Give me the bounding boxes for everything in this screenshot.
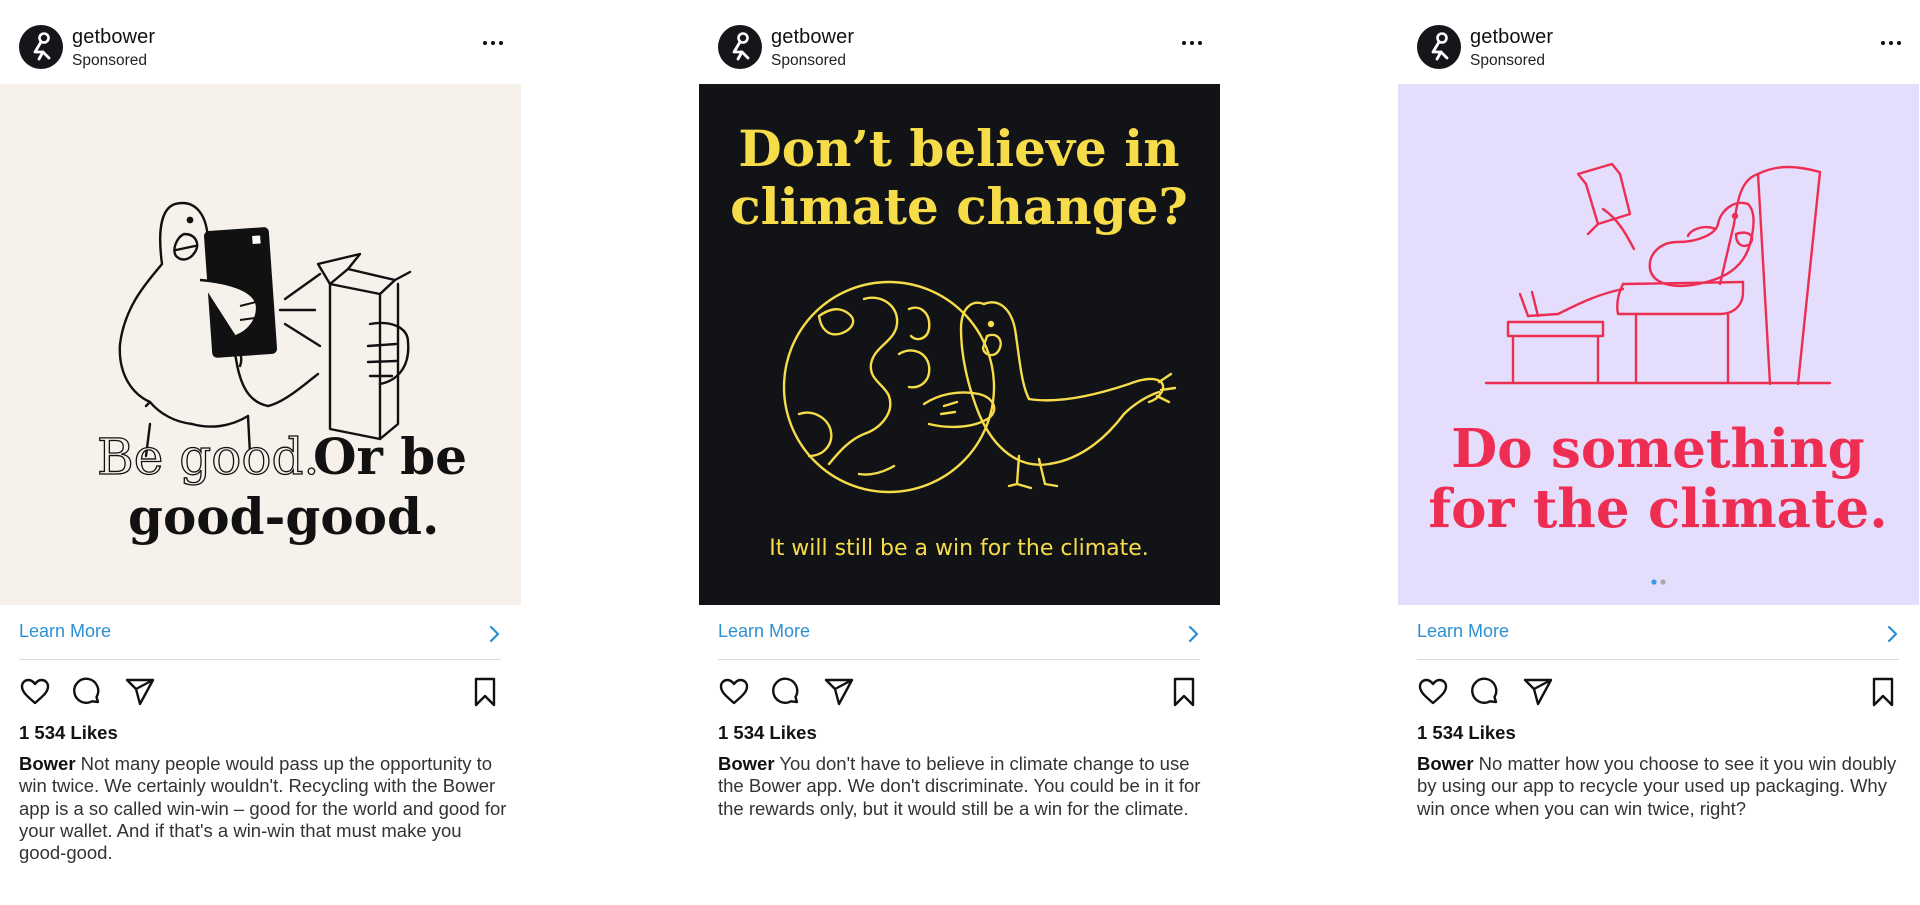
learn-more-link[interactable]: Learn More [19,620,501,660]
share-icon[interactable] [823,676,855,708]
post-header: getbower Sponsored [0,0,521,84]
headline-bold-1: Or be [313,427,467,486]
more-options-icon[interactable] [1180,36,1204,50]
heart-icon[interactable] [718,676,750,708]
action-bar [718,676,1200,708]
caption-text: You don't have to believe in climate cha… [718,753,1201,819]
learn-more-label: Learn More [1417,621,1510,641]
bower-logo-icon [1431,32,1449,61]
likes-count[interactable]: 1 534 Likes [718,722,817,744]
caption-author[interactable]: Bower [19,753,76,774]
sponsored-label: Sponsored [771,52,846,69]
caption-author[interactable]: Bower [718,753,775,774]
post-header: getbower Sponsored [699,0,1220,84]
caption: Bower Not many people would pass up the … [19,753,509,864]
headline-bold-2: good-good. [128,487,439,546]
headline-line-2: climate change? [730,177,1188,236]
caption-text: Not many people would pass up the opport… [19,753,507,864]
ad-image[interactable]: Be good. Or be good-good. [0,84,521,605]
ad-image-illustration: Don’t believe in climate change? It will… [699,84,1220,605]
action-bar [1417,676,1899,708]
more-options-icon[interactable] [1879,36,1903,50]
bower-logo-icon [732,32,750,61]
ad-post-3: getbower Sponsored Do something for the … [1398,0,1919,905]
headline-line-2: for the climate. [1428,478,1887,540]
caption: Bower No matter how you choose to see it… [1417,753,1907,820]
share-icon[interactable] [124,676,156,708]
sponsored-label: Sponsored [1470,52,1545,69]
carousel-dot[interactable] [1660,579,1666,585]
caption: Bower You don't have to believe in clima… [718,753,1208,820]
share-icon[interactable] [1522,676,1554,708]
post-header: getbower Sponsored [1398,0,1919,84]
likes-count[interactable]: 1 534 Likes [1417,722,1516,744]
comment-icon[interactable] [770,676,802,708]
more-options-icon[interactable] [481,36,505,50]
chevron-right-icon [1188,625,1199,643]
likes-count[interactable]: 1 534 Likes [19,722,118,744]
avatar[interactable] [1417,25,1461,69]
avatar[interactable] [19,25,63,69]
account-name[interactable]: getbower [771,26,854,49]
bookmark-icon[interactable] [1867,676,1899,708]
ad-image[interactable]: Do something for the climate. [1398,84,1919,605]
ad-image-illustration: Do something for the climate. [1398,84,1919,605]
ad-post-2: getbower Sponsored Don’t believe in clim… [699,0,1220,905]
headline-line-1: Don’t believe in [738,119,1179,178]
bower-logo-icon [33,32,51,61]
account-name[interactable]: getbower [1470,26,1553,49]
learn-more-link[interactable]: Learn More [718,620,1200,660]
headline-line-1: Do something [1451,418,1865,480]
ad-image-illustration: Be good. Or be good-good. [0,84,521,605]
chevron-right-icon [489,625,500,643]
learn-more-label: Learn More [718,621,811,641]
bookmark-icon[interactable] [1168,676,1200,708]
comment-icon[interactable] [1469,676,1501,708]
avatar[interactable] [718,25,762,69]
caption-author[interactable]: Bower [1417,753,1474,774]
carousel-dot-active[interactable] [1651,579,1657,585]
ad-image[interactable]: Don’t believe in climate change? It will… [699,84,1220,605]
comment-icon[interactable] [71,676,103,708]
action-bar [19,676,501,708]
bookmark-icon[interactable] [469,676,501,708]
subline: It will still be a win for the climate. [769,536,1149,561]
chevron-right-icon [1887,625,1898,643]
heart-icon[interactable] [19,676,51,708]
heart-icon[interactable] [1417,676,1449,708]
learn-more-label: Learn More [19,621,112,641]
account-name[interactable]: getbower [72,26,155,49]
ad-post-1: getbower Sponsored Be good. Or be good-g… [0,0,521,905]
caption-text: No matter how you choose to see it you w… [1417,753,1897,819]
headline-outlined: Be good. [97,428,319,486]
sponsored-label: Sponsored [72,52,147,69]
learn-more-link[interactable]: Learn More [1417,620,1899,660]
